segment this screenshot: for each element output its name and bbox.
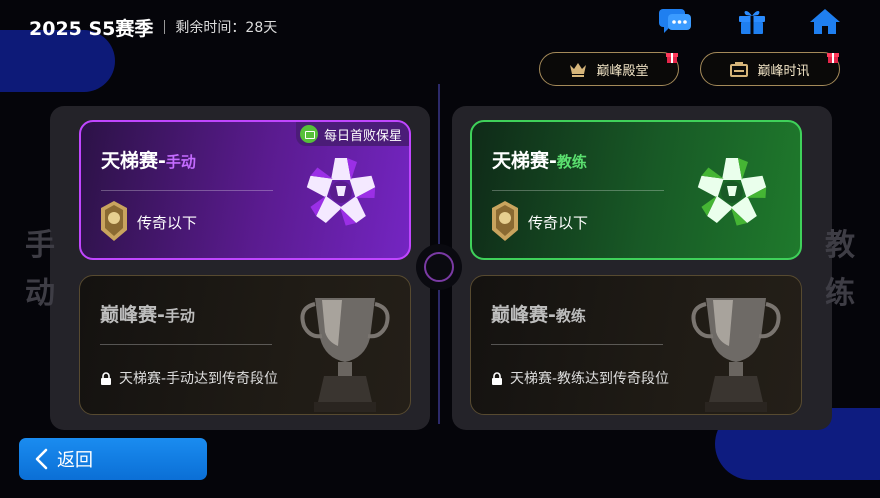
- trophy-icon: [300, 298, 390, 412]
- peak-news-label: 巅峰时讯: [757, 63, 810, 79]
- ladder-manual-rank: 传奇以下: [137, 214, 198, 232]
- ladder-manual-card[interactable]: 每日首败保星 天梯赛-手动 传奇以下: [79, 120, 411, 260]
- home-icon[interactable]: [808, 7, 842, 35]
- peak-coach-lock-text: 天梯赛-教练达到传奇段位: [510, 371, 670, 387]
- season-header: 2025 S5赛季 剩余时间：28天: [29, 14, 277, 40]
- ladder-manual-emblem-icon: [306, 158, 376, 226]
- ladder-coach-title: 天梯赛-教练: [492, 150, 587, 172]
- peak-coach-card[interactable]: 巅峰赛-教练 天梯赛-教练达到传奇段位: [470, 275, 802, 415]
- peak-hall-label: 巅峰殿堂: [596, 63, 649, 79]
- back-label: 返回: [57, 450, 93, 471]
- center-hub: [416, 244, 462, 290]
- ladder-coach-emblem-icon: [697, 158, 767, 226]
- chat-icon[interactable]: [658, 7, 692, 35]
- season-remaining: 剩余时间：28天: [175, 20, 278, 36]
- gift-badge-icon: [666, 53, 678, 63]
- peak-manual-title: 巅峰赛-手动: [100, 304, 195, 326]
- side-label-manual: 手动: [25, 228, 55, 311]
- peak-coach-title: 巅峰赛-教练: [491, 304, 586, 326]
- legend-rank-icon: [492, 201, 518, 241]
- card-divider: [491, 344, 663, 345]
- peak-coach-lock: 天梯赛-教练达到传奇段位: [491, 368, 669, 388]
- back-button[interactable]: 返回: [19, 438, 207, 480]
- peak-manual-card[interactable]: 巅峰赛-手动 天梯赛-手动达到传奇段位: [79, 275, 411, 415]
- news-icon: [730, 62, 749, 77]
- card-divider: [100, 344, 272, 345]
- peak-news-button[interactable]: 巅峰时讯: [700, 52, 840, 86]
- protect-card-icon: [299, 125, 318, 143]
- daily-loss-protect-tag: 每日首败保星: [295, 122, 409, 146]
- card-divider: [492, 190, 664, 191]
- side-label-coach: 教练: [825, 228, 855, 311]
- trophy-icon: [691, 298, 781, 412]
- peak-hall-button[interactable]: 巅峰殿堂: [539, 52, 679, 86]
- ladder-coach-card[interactable]: 天梯赛-教练 传奇以下: [470, 120, 802, 260]
- card-divider: [101, 190, 273, 191]
- lock-icon: [492, 371, 502, 385]
- legend-rank-icon: [101, 201, 127, 241]
- daily-loss-protect-text: 每日首败保星: [323, 128, 402, 144]
- ladder-manual-title: 天梯赛-手动: [101, 150, 196, 172]
- gift-icon[interactable]: [735, 7, 769, 35]
- crown-icon: [570, 63, 587, 77]
- peak-manual-lock-text: 天梯赛-手动达到传奇段位: [119, 371, 279, 387]
- header-separator: [164, 20, 166, 34]
- peak-manual-lock: 天梯赛-手动达到传奇段位: [100, 368, 278, 388]
- gift-badge-icon: [827, 53, 839, 63]
- chevron-left-icon: [35, 448, 48, 470]
- season-title: 2025 S5赛季: [29, 17, 154, 40]
- lock-icon: [101, 371, 111, 385]
- ladder-coach-rank: 传奇以下: [528, 214, 589, 232]
